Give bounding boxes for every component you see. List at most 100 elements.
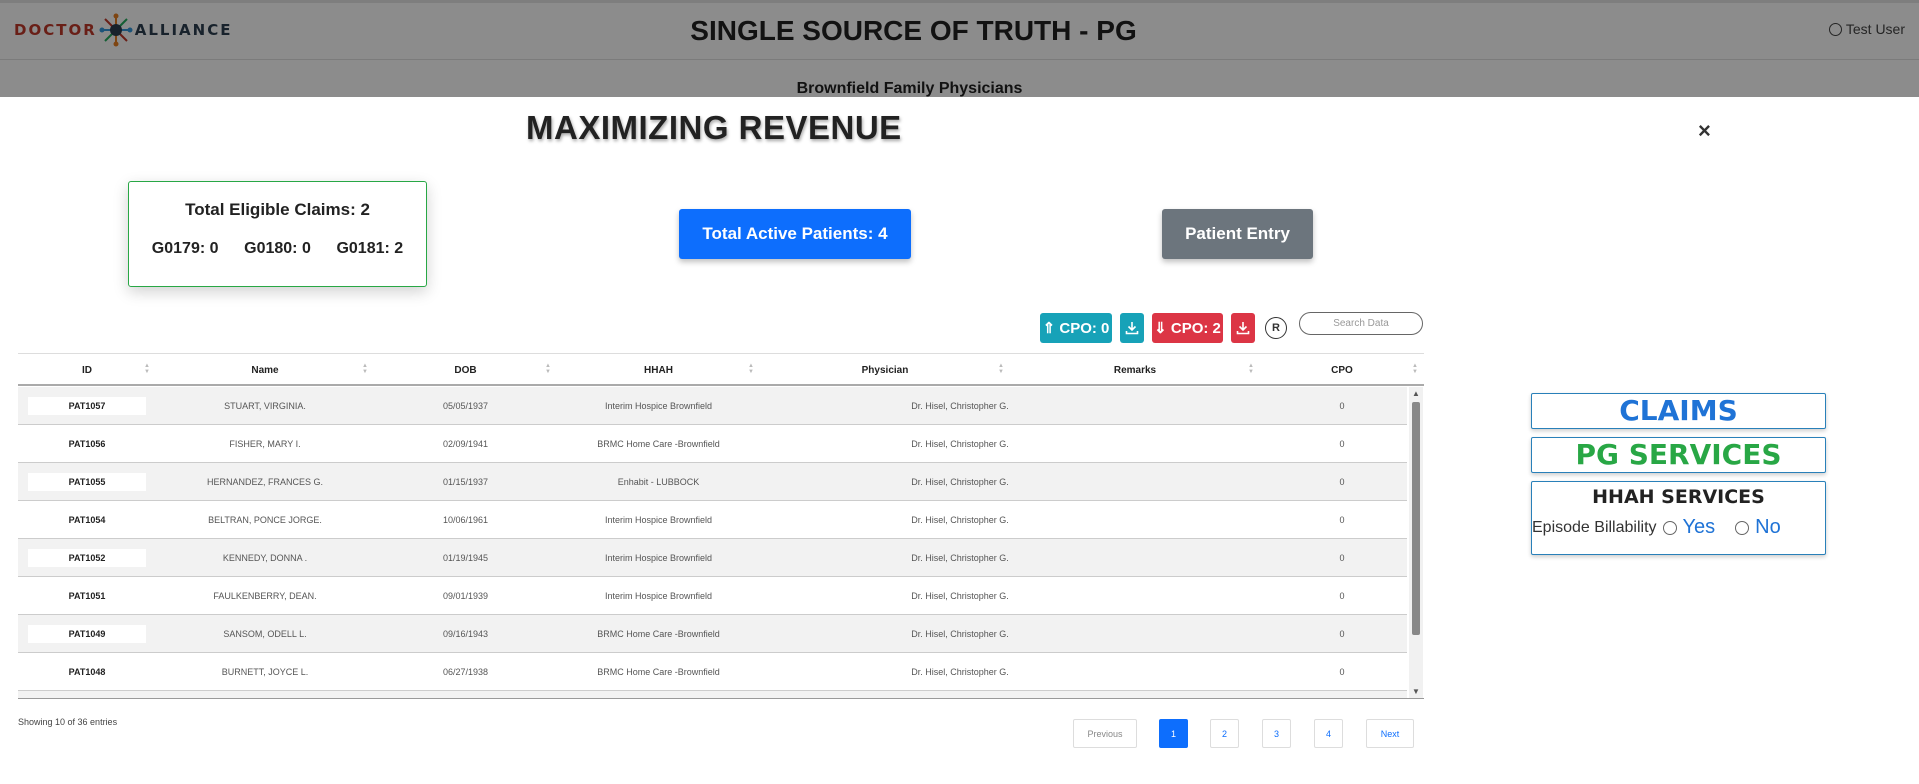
cell-physician: Dr. Hisel, Christopher G. — [911, 515, 1009, 525]
cell-hhah: Interim Hospice Brownfield — [604, 515, 713, 525]
yes-radio[interactable] — [1662, 520, 1677, 535]
sort-icon: ▲ ▼ — [1248, 363, 1254, 375]
cell-physician: Dr. Hisel, Christopher G. — [911, 401, 1009, 411]
no-label[interactable]: No — [1755, 516, 1781, 539]
table-row[interactable]: PAT1056 FISHER, MARY I. 02/09/1941 BRMC … — [18, 425, 1407, 463]
episode-billability-label: Episode Billability — [1532, 518, 1657, 536]
eligible-claims-card: Total Eligible Claims: 2 G0179: 0 G0180:… — [128, 181, 427, 287]
cell-dob: 01/15/1937 — [442, 477, 489, 487]
col-header-id[interactable]: ID ▲ ▼ — [18, 354, 156, 387]
sort-icon: ▲ ▼ — [748, 363, 754, 375]
modal-backdrop — [0, 0, 1919, 97]
col-header-cpo[interactable]: CPO ▲ ▼ — [1260, 354, 1424, 387]
cell-id: PAT1054 — [68, 515, 106, 525]
cell-name: HERNANDEZ, FRANCES G. — [206, 477, 323, 487]
patients-table: ID ▲ ▼ Name ▲ ▼ DOB ▲ ▼ HHAH ▲ ▼ Physician ▲ ▼ Rem… — [18, 353, 1424, 708]
cell-physician: Dr. Hisel, Christopher G. — [911, 591, 1009, 601]
pagination-page-1[interactable]: 1 — [1159, 719, 1188, 748]
cell-cpo: 0 — [1339, 629, 1345, 639]
cell-name: FISHER, MARY I. — [229, 439, 301, 449]
scrollbar-thumb[interactable] — [1412, 402, 1420, 635]
cell-hhah: Interim Hospice Brownfield — [604, 591, 713, 601]
cell-cpo: 0 — [1339, 477, 1345, 487]
cpo-up-button[interactable]: ⇑ CPO: 0 — [1040, 313, 1112, 343]
cell-physician: Dr. Hisel, Christopher G. — [911, 629, 1009, 639]
col-header-name[interactable]: Name ▲ ▼ — [156, 354, 374, 387]
no-radio[interactable] — [1735, 520, 1750, 535]
cell-id: PAT1055 — [18, 463, 156, 501]
maximizing-revenue-modal: MAXIMIZING REVENUE × Total Eligible Clai… — [0, 97, 1919, 784]
pagination-page-2[interactable]: 2 — [1210, 719, 1239, 748]
cell-cpo: 0 — [1339, 667, 1345, 677]
patient-entry-button[interactable]: Patient Entry — [1162, 209, 1313, 259]
search-input[interactable] — [1299, 312, 1423, 335]
cell-physician: Dr. Hisel, Christopher G. — [911, 439, 1009, 449]
cell-cpo: 0 — [1339, 515, 1345, 525]
cell-dob: 02/09/1941 — [442, 439, 489, 449]
col-header-hhah[interactable]: HHAH ▲ ▼ — [557, 354, 760, 387]
scroll-up-icon[interactable]: ▲ — [1412, 389, 1420, 398]
cell-name: STUART, VIRGINIA. — [224, 401, 306, 411]
cell-cpo: 0 — [1339, 591, 1345, 601]
sort-icon: ▲ ▼ — [362, 363, 368, 375]
cell-hhah: Interim Hospice Brownfield — [604, 401, 713, 411]
table-row[interactable]: PAT1052 KENNEDY, DONNA . 01/19/1945 Inte… — [18, 539, 1407, 577]
table-body: PAT1057 STUART, VIRGINIA. 05/05/1937 Int… — [18, 387, 1407, 698]
sort-icon: ▲ ▼ — [545, 363, 551, 375]
cell-physician: Dr. Hisel, Christopher G. — [911, 553, 1009, 563]
pagination-previous[interactable]: Previous — [1073, 719, 1137, 748]
cell-hhah: BRMC Home Care -Brownfield — [597, 667, 720, 677]
total-active-patients-button[interactable]: Total Active Patients: 4 — [679, 209, 911, 259]
scroll-down-icon[interactable]: ▼ — [1412, 687, 1420, 696]
cell-name: BURNETT, JOYCE L. — [221, 667, 309, 677]
hhah-services-panel: HHAH SERVICES Episode Billability Yes No — [1531, 481, 1826, 555]
hhah-services-title: HHAH SERVICES — [1592, 486, 1765, 508]
cell-name: KENNEDY, DONNA . — [222, 553, 308, 563]
cell-cpo: 0 — [1339, 401, 1345, 411]
col-header-dob[interactable]: DOB ▲ ▼ — [374, 354, 557, 387]
cell-physician: Dr. Hisel, Christopher G. — [911, 667, 1009, 677]
cell-id: PAT1056 — [68, 439, 106, 449]
cell-hhah: Enhabit - LUBBOCK — [617, 477, 700, 487]
cell-dob: 09/01/1939 — [442, 591, 489, 601]
cell-cpo: 0 — [1339, 553, 1345, 563]
table-row[interactable]: PAT1055 HERNANDEZ, FRANCES G. 01/15/1937… — [18, 463, 1407, 501]
col-header-physician[interactable]: Physician ▲ ▼ — [760, 354, 1010, 387]
sort-icon: ▲ ▼ — [144, 363, 150, 375]
pagination-next[interactable]: Next — [1366, 719, 1414, 748]
table-row[interactable]: PAT1049 SANSOM, ODELL L. 09/16/1943 BRMC… — [18, 615, 1407, 653]
reset-icon[interactable]: R — [1265, 317, 1287, 339]
table-row[interactable]: PAT1057 STUART, VIRGINIA. 05/05/1937 Int… — [18, 387, 1407, 425]
table-scrollbar[interactable]: ▲ ▼ — [1409, 387, 1423, 698]
yes-label[interactable]: Yes — [1683, 516, 1716, 539]
download-icon[interactable] — [1120, 313, 1144, 343]
cell-name: SANSOM, ODELL L. — [223, 629, 307, 639]
cell-name: FAULKENBERRY, DEAN. — [213, 591, 317, 601]
table-row[interactable]: PAT1051 FAULKENBERRY, DEAN. 09/01/1939 I… — [18, 577, 1407, 615]
code-g0180: G0180: 0 — [244, 240, 311, 257]
episode-billability-row: Episode Billability Yes No — [1532, 516, 1825, 539]
modal-title: MAXIMIZING REVENUE — [526, 109, 902, 146]
table-row[interactable]: PAT1048 BURNETT, JOYCE L. 06/27/1938 BRM… — [18, 653, 1407, 691]
close-icon[interactable]: × — [1698, 118, 1711, 144]
pg-services-button[interactable]: PG SERVICES — [1531, 437, 1826, 473]
code-g0181: G0181: 2 — [336, 240, 404, 257]
code-g0179: G0179: 0 — [151, 240, 219, 257]
cell-hhah: BRMC Home Care -Brownfield — [597, 629, 720, 639]
download-icon[interactable] — [1231, 313, 1255, 343]
claims-button[interactable]: CLAIMS — [1531, 393, 1826, 429]
cell-name: BELTRAN, PONCE JORGE. — [208, 515, 322, 525]
table-row[interactable]: PAT1054 BELTRAN, PONCE JORGE. 10/06/1961… — [18, 501, 1407, 539]
cpo-down-button[interactable]: ⇓ CPO: 2 — [1152, 313, 1223, 343]
cell-cpo: 0 — [1339, 439, 1345, 449]
cell-dob: 05/05/1937 — [442, 401, 489, 411]
cell-id: PAT1052 — [18, 539, 156, 577]
col-header-remarks[interactable]: Remarks ▲ ▼ — [1010, 354, 1260, 387]
table-row[interactable] — [18, 691, 1407, 698]
cell-hhah: BRMC Home Care -Brownfield — [597, 439, 720, 449]
pagination-page-3[interactable]: 3 — [1262, 719, 1291, 748]
cell-id: PAT1051 — [68, 591, 106, 601]
cell-id: PAT1057 — [18, 387, 156, 425]
cell-id: PAT1048 — [68, 667, 106, 677]
pagination-page-4[interactable]: 4 — [1314, 719, 1343, 748]
